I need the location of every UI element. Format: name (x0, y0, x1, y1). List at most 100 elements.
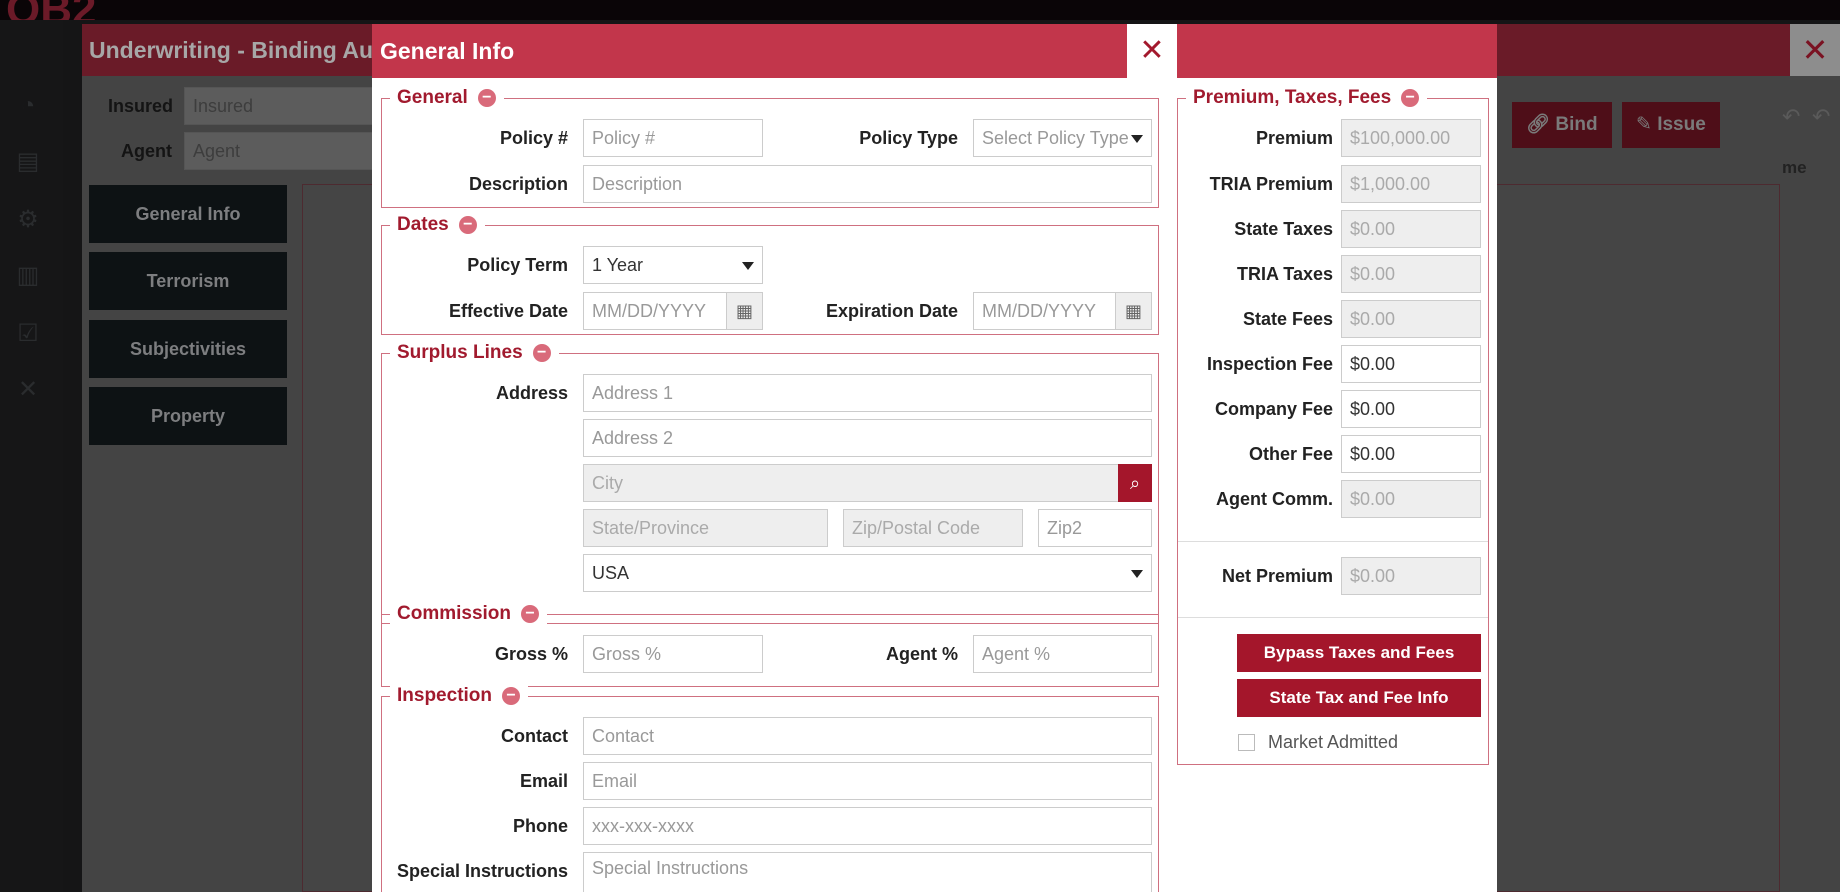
effective-date-input[interactable]: MM/DD/YYYY ▦ (583, 292, 763, 330)
modal-title: General Info (380, 38, 515, 64)
policy-type-select[interactable]: Select Policy Type (973, 119, 1152, 157)
tab-general-info[interactable]: General Info (89, 185, 287, 243)
country-value: USA (592, 563, 630, 583)
policy-type-label: Policy Type (859, 128, 958, 148)
chevron-down-icon (1131, 570, 1143, 578)
premium-legend-text: Premium, Taxes, Fees (1193, 87, 1392, 108)
general-legend-text: General (397, 87, 468, 108)
email-input[interactable]: Email (583, 762, 1152, 800)
description-input[interactable]: Description (583, 165, 1152, 203)
collapse-icon[interactable]: − (458, 216, 477, 234)
expiration-date-input[interactable]: MM/DD/YYYY ▦ (973, 292, 1152, 330)
agent-percent-input[interactable]: Agent % (973, 635, 1152, 673)
link-icon: 🔗︎ (1526, 114, 1556, 135)
redo-icon[interactable]: ↶ (1812, 104, 1830, 130)
market-admitted-checkbox[interactable] (1238, 734, 1255, 751)
issue-button[interactable]: ✎ Issue (1622, 102, 1720, 148)
country-select[interactable]: USA (583, 554, 1152, 592)
modal-close-button[interactable]: ✕ (1127, 24, 1177, 78)
address2-input[interactable]: Address 2 (583, 419, 1152, 457)
address-label: Address (495, 383, 568, 403)
divider (1178, 617, 1488, 618)
search-icon[interactable]: ⌕ (1118, 464, 1152, 502)
contact-label: Contact (501, 726, 568, 746)
left-nav: ◔ ▤ ⚙ ▥ ☑ ✕ (0, 20, 63, 892)
general-info-modal: General Info General − Policy # Policy # … (372, 24, 1497, 892)
insured-label: Insured (108, 96, 174, 116)
other-fee-label: Other Fee (1248, 444, 1333, 464)
close-icon: ✕ (1139, 34, 1165, 67)
divider (1178, 541, 1488, 542)
inspection-fee-input[interactable]: $0.00 (1341, 345, 1481, 383)
dates-legend-text: Dates (397, 214, 449, 235)
bind-label: Bind (1555, 114, 1598, 135)
tria-premium-value: $1,000.00 (1341, 165, 1481, 203)
gross-percent-input[interactable]: Gross % (583, 635, 763, 673)
documents-icon[interactable]: ▤ (14, 148, 42, 176)
agent-label: Agent (121, 141, 172, 161)
address1-input[interactable]: Address 1 (583, 374, 1152, 412)
bypass-taxes-button[interactable]: Bypass Taxes and Fees (1237, 634, 1481, 672)
tab-property[interactable]: Property (89, 387, 287, 445)
zip2-input[interactable]: Zip2 (1038, 509, 1152, 547)
other-fee-input[interactable]: $0.00 (1341, 435, 1481, 473)
tab-subjectivities[interactable]: Subjectivities (89, 320, 287, 378)
market-admitted-label: Market Admitted (1268, 732, 1399, 752)
state-tax-info-button[interactable]: State Tax and Fee Info (1237, 679, 1481, 717)
policy-number-input[interactable]: Policy # (583, 119, 763, 157)
special-instructions-label: Special Instructions (396, 861, 568, 881)
collapse-icon[interactable]: − (502, 687, 521, 705)
policy-term-label: Policy Term (467, 255, 568, 275)
background-close-icon[interactable]: ✕ (1790, 24, 1840, 76)
net-premium-label: Net Premium (1221, 566, 1333, 586)
policy-term-select[interactable]: 1 Year (583, 246, 763, 284)
modal-header: General Info (372, 24, 1497, 78)
dates-legend: Dates − (390, 213, 485, 237)
bind-button[interactable]: 🔗︎ Bind (1512, 102, 1612, 148)
tab-terrorism[interactable]: Terrorism (89, 252, 287, 310)
collapse-icon[interactable]: − (477, 89, 496, 107)
policy-type-value: Select Policy Type (982, 128, 1129, 148)
book-icon[interactable]: ▥ (14, 262, 42, 290)
collapse-icon[interactable]: − (521, 605, 540, 623)
column-header-fragment: me (1782, 158, 1807, 177)
premium-legend: Premium, Taxes, Fees − (1186, 86, 1428, 110)
phone-input[interactable]: xxx-xxx-xxxx (583, 807, 1152, 845)
expiration-date-label: Expiration Date (825, 301, 958, 321)
city-input[interactable]: City (583, 464, 1119, 502)
calendar-icon[interactable]: ▦ (1115, 293, 1151, 329)
contact-input[interactable]: Contact (583, 717, 1152, 755)
collapse-icon[interactable]: − (532, 344, 551, 362)
special-instructions-input[interactable]: Special Instructions (583, 852, 1152, 892)
issue-label: Issue (1657, 114, 1706, 135)
general-legend: General − (390, 86, 504, 110)
dashboard-icon[interactable]: ◔ (14, 92, 42, 120)
undo-icon[interactable]: ↶ (1782, 104, 1800, 130)
collapse-icon[interactable]: − (1401, 89, 1420, 107)
phone-label: Phone (512, 816, 568, 836)
surplus-lines-legend-text: Surplus Lines (397, 342, 523, 363)
tria-premium-label: TRIA Premium (1209, 174, 1333, 194)
policy-term-value: 1 Year (592, 255, 644, 275)
state-fees-label: State Fees (1242, 309, 1333, 329)
tools-icon[interactable]: ✕ (14, 376, 42, 404)
state-taxes-value: $0.00 (1341, 210, 1481, 248)
state-input[interactable]: State/Province (583, 509, 828, 547)
company-fee-input[interactable]: $0.00 (1341, 390, 1481, 428)
commission-legend-text: Commission (397, 603, 512, 624)
premium-value: $100,000.00 (1341, 119, 1481, 157)
tria-taxes-value: $0.00 (1341, 255, 1481, 293)
app-logo: QB2 (0, 0, 170, 20)
checklist-icon[interactable]: ☑ (14, 320, 42, 348)
company-fee-label: Company Fee (1214, 399, 1333, 419)
effective-date-placeholder: MM/DD/YYYY (592, 301, 707, 321)
inspection-fee-label: Inspection Fee (1206, 354, 1333, 374)
gear-icon[interactable]: ⚙ (14, 206, 42, 234)
email-label: Email (519, 771, 568, 791)
effective-date-label: Effective Date (448, 301, 568, 321)
zip-input[interactable]: Zip/Postal Code (843, 509, 1023, 547)
calendar-icon[interactable]: ▦ (726, 293, 762, 329)
commission-legend: Commission − (390, 602, 548, 626)
policy-number-label: Policy # (499, 128, 568, 148)
agent-comm-value: $0.00 (1341, 480, 1481, 518)
